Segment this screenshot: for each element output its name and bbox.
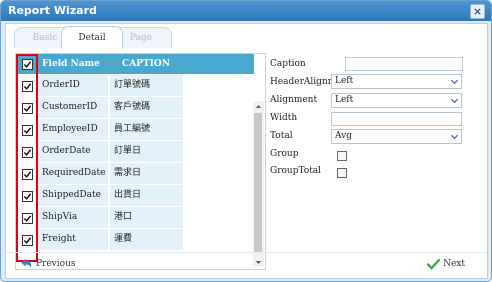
close-button[interactable] <box>470 4 485 19</box>
field-name-cell: Freight <box>38 229 108 250</box>
width-label: Width <box>270 113 298 123</box>
caption-cell: 需求日 <box>109 163 183 184</box>
total-value: Avg <box>335 131 352 141</box>
field-name-cell: OrderDate <box>38 141 108 162</box>
field-grid: Field Name CAPTION OrderID 訂單號碼 Customer… <box>15 53 266 270</box>
group-total-checkbox[interactable] <box>337 168 347 178</box>
arrow-up-icon <box>255 104 262 108</box>
grid-scrollbar[interactable] <box>253 101 264 267</box>
row-check-cell <box>16 119 38 140</box>
row-checkbox[interactable] <box>22 103 33 114</box>
check-icon <box>23 105 32 112</box>
total-select[interactable]: Avg <box>331 129 462 144</box>
row-checkbox[interactable] <box>22 191 33 202</box>
previous-button[interactable]: Previous <box>20 257 75 271</box>
next-button[interactable]: Next <box>427 257 465 271</box>
caption-cell: 客戶號碼 <box>109 97 183 118</box>
header-select-all <box>16 54 38 74</box>
chevron-down-icon <box>450 79 459 85</box>
table-row[interactable]: ShipVia 港口 <box>16 207 183 229</box>
close-icon <box>474 8 481 15</box>
table-row[interactable]: Freight 運費 <box>16 229 183 251</box>
row-check-cell <box>16 141 38 162</box>
title-bar[interactable]: Report Wizard <box>1 1 491 21</box>
check-icon <box>23 61 32 68</box>
check-icon <box>23 237 32 244</box>
row-check-cell <box>16 185 38 206</box>
row-checkbox[interactable] <box>22 235 33 246</box>
row-check-cell <box>16 75 38 96</box>
back-arrow-icon <box>21 258 32 267</box>
table-row[interactable]: EmployeeID 員工編號 <box>16 119 183 141</box>
table-row[interactable]: OrderDate 訂單日 <box>16 141 183 163</box>
check-icon <box>23 171 32 178</box>
field-name-cell: RequiredDate <box>38 163 108 184</box>
wizard-body: Basic Page Detail Field Name CAPTION Ord… <box>5 23 488 279</box>
caption-cell: 員工編號 <box>109 119 183 140</box>
field-name-cell: ShippedDate <box>38 185 108 206</box>
tab-detail[interactable]: Detail <box>61 26 123 49</box>
footer-divider <box>6 252 487 253</box>
next-label: Next <box>443 259 465 269</box>
check-icon <box>23 215 32 222</box>
check-icon <box>23 127 32 134</box>
caption-input[interactable] <box>345 57 463 71</box>
previous-label: Previous <box>36 259 76 269</box>
column-header-field-name[interactable]: Field Name <box>38 54 104 74</box>
chevron-down-icon <box>450 98 459 104</box>
group-checkbox[interactable] <box>337 151 347 161</box>
alignment-value: Left <box>335 95 354 105</box>
grid-header: Field Name CAPTION <box>16 54 254 74</box>
table-row[interactable]: OrderID 訂單號碼 <box>16 75 183 97</box>
row-checkbox[interactable] <box>22 147 33 158</box>
total-label: Total <box>270 131 293 141</box>
scroll-down-arrow[interactable] <box>253 257 264 267</box>
caption-label: Caption <box>270 59 306 69</box>
caption-cell: 港口 <box>109 207 183 228</box>
group-total-label: GroupTotal <box>270 166 322 176</box>
chevron-down-icon <box>450 134 459 140</box>
field-name-cell: OrderID <box>38 75 108 96</box>
table-row[interactable]: ShippedDate 出貨日 <box>16 185 183 207</box>
row-check-cell <box>16 163 38 184</box>
caption-cell: 出貨日 <box>109 185 183 206</box>
scroll-thumb[interactable] <box>254 113 262 253</box>
caption-cell: 訂單日 <box>109 141 183 162</box>
report-wizard-window: Report Wizard Basic Page Detail Field Na… <box>0 0 492 282</box>
header-alignment-value: Left <box>335 76 354 86</box>
row-checkbox[interactable] <box>22 169 33 180</box>
check-icon <box>23 83 32 90</box>
group-label: Group <box>270 149 299 159</box>
table-row[interactable]: CustomerID 客戶號碼 <box>16 97 183 119</box>
field-name-cell: CustomerID <box>38 97 108 118</box>
header-alignment-select[interactable]: Left <box>331 74 462 89</box>
row-checkbox[interactable] <box>22 125 33 136</box>
select-all-checkbox[interactable] <box>22 59 33 70</box>
row-check-cell <box>16 229 38 250</box>
caption-cell: 訂單號碼 <box>109 75 183 96</box>
alignment-label: Alignment <box>270 95 318 105</box>
row-check-cell <box>16 207 38 228</box>
column-header-caption[interactable]: CAPTION <box>111 54 181 74</box>
width-input[interactable] <box>331 112 462 126</box>
alignment-select[interactable]: Left <box>331 93 462 108</box>
field-name-cell: ShipVia <box>38 207 108 228</box>
row-checkbox[interactable] <box>22 213 33 224</box>
check-icon <box>23 149 32 156</box>
row-check-cell <box>16 97 38 118</box>
tab-bar: Basic Page Detail <box>6 24 487 49</box>
check-icon <box>23 193 32 200</box>
arrow-down-icon <box>255 260 262 264</box>
scroll-up-arrow[interactable] <box>253 101 264 111</box>
caption-cell: 運費 <box>109 229 183 250</box>
check-mark-icon <box>427 258 441 270</box>
row-checkbox[interactable] <box>22 81 33 92</box>
window-title: Report Wizard <box>8 4 97 17</box>
field-name-cell: EmployeeID <box>38 119 108 140</box>
table-row[interactable]: RequiredDate 需求日 <box>16 163 183 185</box>
